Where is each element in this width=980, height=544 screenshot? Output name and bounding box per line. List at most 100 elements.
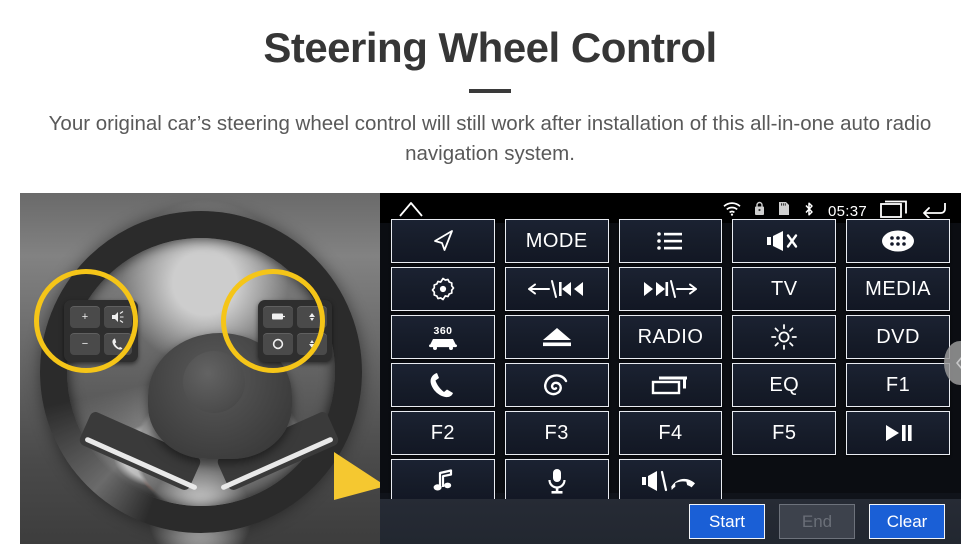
start-button[interactable]: Start [689,504,765,539]
button-music[interactable] [391,459,495,503]
button-volume-hangup[interactable] [618,459,723,503]
head-unit-screen: 05:37 MODE TV MEDIA 360 RADIO DVD EQ F1 … [380,193,961,544]
page-header: Steering Wheel Control Your original car… [0,0,980,169]
svg-text:360: 360 [433,325,452,337]
pointer-arrow [228,390,380,500]
volume-hangup-icon [642,470,696,492]
grid-cell [727,217,841,265]
grid-cell [614,217,728,265]
grid-cell [500,313,614,361]
end-button: End [779,504,855,539]
button-f2[interactable]: F2 [391,411,495,455]
grid-cell [500,361,614,409]
page-subtitle: Your original car’s steering wheel contr… [48,112,932,165]
chevron-left-icon [956,356,961,370]
grid-cell [614,457,728,505]
next-track-icon [644,280,698,298]
button-media[interactable]: MEDIA [846,267,950,311]
button-eject[interactable] [504,315,609,359]
grid-cell [386,361,500,409]
grid-cell: RADIO [614,313,728,361]
grid-cell: F2 [386,409,500,457]
grid-cell [614,361,728,409]
highlight-circle-left [34,269,138,373]
grid-cell: 360 [386,313,500,361]
button-previous[interactable] [504,267,609,311]
music-note-icon [433,469,452,491]
main-content: + − 05:37 MODE TV MEDIA 360 RADIO DVD EQ… [20,193,961,544]
grid-cell: F3 [500,409,614,457]
button-tv[interactable]: TV [732,267,837,311]
grid-cell: F5 [727,409,841,457]
button-mode[interactable]: MODE [504,219,609,263]
grid-cell: MEDIA [841,265,955,313]
grid-cell: F4 [614,409,728,457]
grid-cell [386,217,500,265]
grid-cell: F1 [841,361,955,409]
button-phone[interactable] [391,363,495,407]
grid-cell: TV [727,265,841,313]
button-navigation[interactable] [391,219,495,263]
button-next[interactable] [618,267,723,311]
grid-row: F2 F3 F4 F5 [386,409,955,457]
grid-cell [841,457,955,505]
grid-cell [500,457,614,505]
curved-arrow-icon [238,406,380,500]
grid-cell [386,457,500,505]
grid-row: MODE [386,217,955,265]
button-f5[interactable]: F5 [732,411,837,455]
eject-icon [542,328,571,347]
microphone-icon [548,469,566,494]
grid-cell: MODE [500,217,614,265]
grid-row: TV MEDIA [386,265,955,313]
grid-cell: DVD [841,313,955,361]
button-camera-360[interactable]: 360 [391,315,495,359]
swirl-icon [543,374,567,396]
button-list[interactable] [618,219,723,263]
mute-icon [767,231,798,251]
button-windows[interactable] [618,363,723,407]
swc-button-grid: MODE TV MEDIA 360 RADIO DVD EQ F1 F2 F3 … [380,219,961,503]
grid-row [386,457,955,505]
button-swirl[interactable] [504,363,609,407]
grid-cell [727,457,841,505]
settings-gear-icon [431,277,455,301]
button-mute[interactable] [732,219,837,263]
windows-icon [652,376,688,395]
phone-icon [430,373,453,398]
button-microphone[interactable] [504,459,609,503]
grid-row: EQ F1 [386,361,955,409]
button-dvd[interactable]: DVD [846,315,950,359]
apps-grid-icon [882,230,915,252]
button-settings[interactable] [391,267,495,311]
grid-cell [386,265,500,313]
grid-cell [841,217,955,265]
page-title: Steering Wheel Control [263,24,717,71]
steering-wheel-photo: + − [20,193,380,544]
navigation-arrow-icon [433,230,453,251]
highlight-circle-right [221,269,325,373]
button-f1[interactable]: F1 [846,363,950,407]
grid-cell [841,409,955,457]
button-f3[interactable]: F3 [504,411,609,455]
grid-row: 360 RADIO DVD [386,313,955,361]
brightness-icon [771,324,798,350]
button-brightness[interactable] [732,315,837,359]
title-divider [469,89,511,94]
button-f4[interactable]: F4 [618,411,723,455]
button-radio[interactable]: RADIO [618,315,723,359]
button-play-pause[interactable] [846,411,950,455]
button-apps[interactable] [846,219,950,263]
button-empty-2 [846,459,950,503]
button-eq[interactable]: EQ [732,363,837,407]
action-bar: Start End Clear [380,499,961,544]
grid-cell: EQ [727,361,841,409]
play-pause-icon [886,425,912,441]
previous-track-icon [527,280,583,298]
grid-cell [727,313,841,361]
clear-button[interactable]: Clear [869,504,945,539]
car-360-icon: 360 [428,325,457,350]
button-empty-1 [732,459,836,503]
grid-cell [500,265,614,313]
grid-cell [614,265,728,313]
